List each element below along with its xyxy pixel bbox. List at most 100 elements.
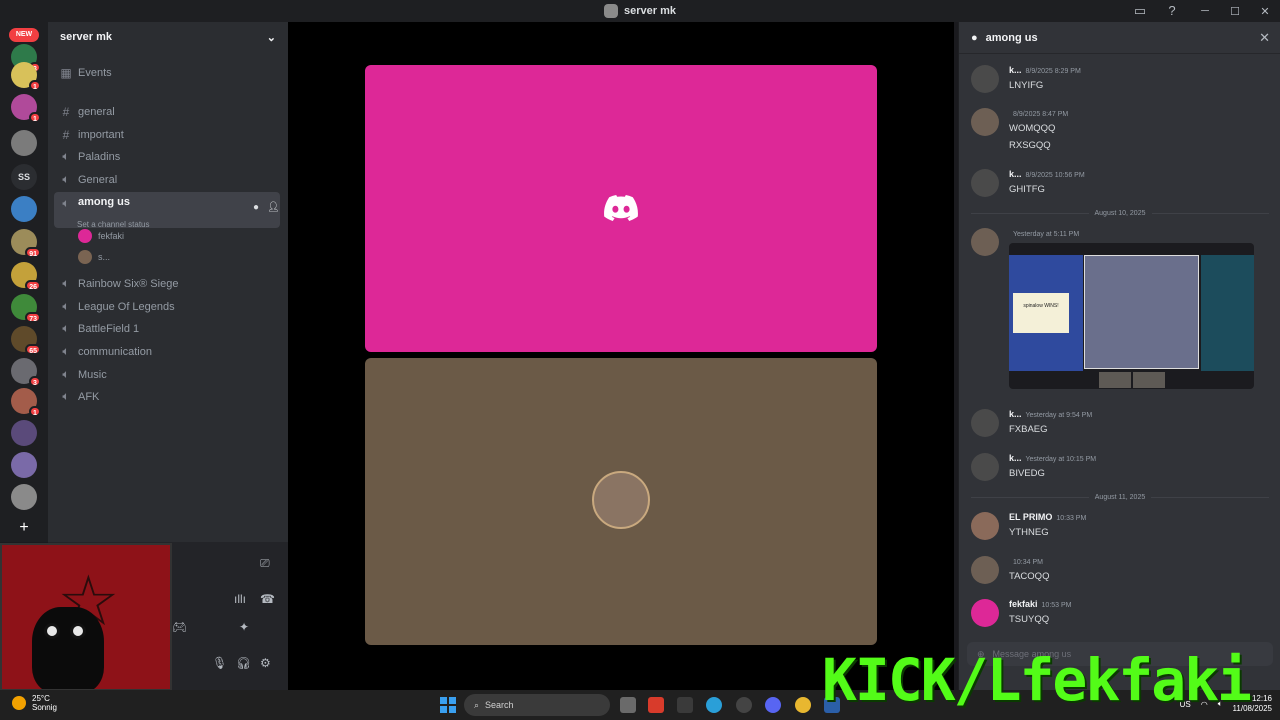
message-meta: k... 8/9/2025 8:29 PM xyxy=(1009,65,1081,75)
maximize-button[interactable]: ☐ xyxy=(1220,5,1250,18)
window-controls: ─ ☐ ✕ xyxy=(1190,0,1280,22)
channel-music[interactable]: 🔈︎ Music xyxy=(54,364,280,385)
date-divider: August 10, 2025 xyxy=(971,208,1269,218)
date-divider-label: August 11, 2025 xyxy=(1094,493,1146,501)
server-icon-14[interactable] xyxy=(11,484,37,510)
speaker-icon: 🔈︎ xyxy=(62,276,70,290)
add-server-icon[interactable]: + xyxy=(16,520,32,536)
office-app-icon[interactable] xyxy=(648,697,664,713)
among-us-app-icon[interactable] xyxy=(677,697,693,713)
timestamp: Yesterday at 5:11 PM xyxy=(1013,231,1080,238)
chat-bubble-icon[interactable]: ● xyxy=(253,202,259,213)
sun-icon xyxy=(12,696,26,710)
help-icon[interactable]: ? xyxy=(1164,3,1180,19)
channel-general[interactable]: # general xyxy=(54,101,280,122)
channel-general-voice[interactable]: 🔈︎ General xyxy=(54,169,280,190)
server-icon-3[interactable]: 1 xyxy=(11,94,41,123)
server-icon-2[interactable]: 1 xyxy=(11,62,41,91)
chat-header: ● among us xyxy=(959,22,1280,54)
close-window-button[interactable]: ✕ xyxy=(1250,5,1280,18)
steam-icon[interactable] xyxy=(736,697,752,713)
channel-afk[interactable]: 🔈︎ AFK xyxy=(54,386,280,407)
voice-user[interactable]: s... xyxy=(78,248,110,266)
title-bar-tools: ▭ ? xyxy=(1132,3,1180,19)
message-text: YTHNEG xyxy=(1009,527,1049,538)
message-meta: 8/9/2025 8:47 PM xyxy=(1009,108,1068,118)
message-text: FXBAEG xyxy=(1009,424,1048,435)
channel-league[interactable]: 🔈︎ League Of Legends xyxy=(54,296,280,317)
windows-start-icon[interactable] xyxy=(440,697,456,713)
participant-tile-s[interactable] xyxy=(365,358,877,645)
close-chat-icon[interactable]: ✕ xyxy=(1259,30,1270,46)
disconnect-icon[interactable]: ☎︎ xyxy=(260,592,275,606)
mention-badge: 73 xyxy=(25,312,41,323)
server-icon-8[interactable]: 73 xyxy=(11,294,41,323)
screen-share-icon[interactable]: ⎚ xyxy=(260,556,270,571)
server-icon-10[interactable]: 3 xyxy=(11,358,41,387)
soundwave-icon[interactable]: ıllı xyxy=(234,592,246,606)
chat-channel-name: among us xyxy=(985,31,1038,44)
server-header[interactable]: server mk ⌄ xyxy=(48,22,288,52)
mention-badge: 1 xyxy=(29,406,41,417)
channel-rainbow-six[interactable]: 🔈︎ Rainbow Six® Siege xyxy=(54,273,280,294)
server-icon-ss[interactable]: SS xyxy=(11,164,37,190)
channel-communication[interactable]: 🔈︎ communication xyxy=(54,341,280,362)
hash-icon: # xyxy=(62,127,70,142)
headphones-icon[interactable]: 🎧︎ xyxy=(236,656,251,670)
game-panel-right xyxy=(1201,255,1254,371)
speaker-icon: 🔈︎ xyxy=(62,367,70,381)
server-icon-4[interactable] xyxy=(11,130,37,156)
author: fekfaki xyxy=(1009,599,1038,609)
mention-badge: 1 xyxy=(29,112,41,123)
thumbnail xyxy=(1099,372,1131,388)
activity-icon[interactable]: ✦ xyxy=(239,620,249,634)
channel-battlefield[interactable]: 🔈︎ BattleField 1 xyxy=(54,318,280,339)
channel-label: general xyxy=(78,105,115,118)
message-meta: Yesterday at 5:11 PM xyxy=(1009,228,1079,238)
inbox-icon[interactable]: ▭ xyxy=(1132,3,1148,19)
server-icon-13[interactable] xyxy=(11,452,37,478)
voice-text-chat: ● among us ✕ k... 8/9/2025 8:29 PM LNYIFG… xyxy=(958,22,1280,692)
voice-user[interactable]: fekfaki xyxy=(78,227,124,245)
events-item[interactable]: ▦ Events xyxy=(54,62,280,83)
message-text: WOMQQQ xyxy=(1009,123,1056,134)
server-icon-7[interactable]: 26 xyxy=(11,262,41,291)
server-icon-5[interactable] xyxy=(11,196,37,222)
channel-paladins[interactable]: 🔈︎ Paladins xyxy=(54,146,280,167)
image-attachment[interactable]: spinalow WINS! xyxy=(1009,243,1254,389)
minimize-button[interactable]: ─ xyxy=(1190,5,1220,17)
discord-app-icon[interactable] xyxy=(765,697,781,713)
calendar-icon: ▦ xyxy=(60,65,72,80)
channel-important[interactable]: # important xyxy=(54,124,280,145)
add-member-icon[interactable]: 👤︎ xyxy=(267,202,280,213)
new-badge[interactable]: NEW xyxy=(9,28,39,42)
server-icon-12[interactable] xyxy=(11,420,37,446)
message-meta: fekfaki 10:53 PM xyxy=(1009,599,1072,609)
window-title-text: server mk xyxy=(624,5,676,17)
speaker-icon: 🔈︎ xyxy=(62,344,70,358)
channel-label: communication xyxy=(78,345,152,358)
microphone-icon[interactable]: 🎙︎ xyxy=(212,656,227,670)
settings-icon[interactable]: ⚙ xyxy=(260,656,271,670)
telegram-icon[interactable] xyxy=(706,697,722,713)
file-explorer-icon[interactable] xyxy=(620,697,636,713)
mention-badge: 65 xyxy=(25,344,41,355)
channel-label: BattleField 1 xyxy=(78,322,140,335)
timestamp: Yesterday at 10:15 PM xyxy=(1025,456,1097,463)
gamepad-icon[interactable]: 🎮︎ xyxy=(172,620,187,634)
voice-user-name: fekfaki xyxy=(98,231,125,241)
taskbar-search[interactable]: ⌕ Search xyxy=(464,694,610,716)
voice-user-name: s... xyxy=(98,252,111,262)
masked-face xyxy=(32,607,104,689)
server-icon-6[interactable]: 91 xyxy=(11,229,41,258)
participant-tile-fekfaki[interactable] xyxy=(365,65,877,352)
speaker-icon: 🔈︎ xyxy=(62,149,70,163)
weather-widget[interactable]: 25°C Sonnig xyxy=(12,694,57,712)
chrome-icon[interactable] xyxy=(795,697,811,713)
server-icon-11[interactable]: 1 xyxy=(11,388,41,417)
message-text: BIVEDG xyxy=(1009,468,1045,479)
message-meta: k... 8/9/2025 10:56 PM xyxy=(1009,169,1085,179)
avatar xyxy=(971,108,999,136)
mention-badge: 91 xyxy=(25,247,41,258)
server-icon-9[interactable]: 65 xyxy=(11,326,41,355)
